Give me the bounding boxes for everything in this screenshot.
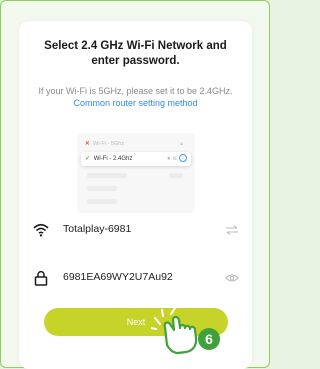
router-setting-link[interactable]: Common router setting method (73, 98, 197, 108)
lock-icon (34, 270, 48, 286)
wifi-password-field[interactable]: 6981EA69WY2U7Au92 (27, 267, 245, 289)
dialog-subtitle: If your Wi-Fi is 5GHz, please set it to … (27, 85, 244, 109)
wifi-ssid-field[interactable]: Totalplay-6981 (27, 219, 245, 241)
placeholder-line (87, 199, 117, 204)
subtitle-text: If your Wi-Fi is 5GHz, please set it to … (38, 86, 233, 96)
switch-network-icon[interactable] (225, 224, 239, 236)
check-icon: ✓ (85, 156, 91, 162)
wifi-icon (33, 223, 49, 237)
dialog-title: Select 2.4 GHz Wi-Fi Network and enter p… (44, 40, 227, 67)
wifi-band-illustration: ✕ Wi-Fi - 5Ghz 🔒︎ ✓ Wi-Fi - 2.4Ghz ● ≋ i (77, 133, 195, 213)
illustration-row-24g: ✓ Wi-Fi - 2.4Ghz ● ≋ i (81, 152, 191, 166)
step-number: 6 (205, 331, 213, 347)
info-icon: i (179, 154, 187, 163)
illustration-row-5g: ✕ Wi-Fi - 5Ghz 🔒︎ (85, 139, 187, 150)
illustration-row-5g-label: Wi-Fi - 5Ghz (93, 141, 125, 147)
hand-pointer-icon: 6 (151, 307, 220, 355)
wifi-password-text: 6981EA69WY2U7Au92 (63, 271, 173, 283)
signal-icons: ● ≋ i (167, 152, 187, 166)
placeholder-line (87, 186, 117, 191)
illustration-row-24g-label: Wi-Fi - 2.4Ghz (93, 156, 133, 162)
lock-small-icon: 🔒︎ (180, 141, 183, 147)
eye-icon[interactable] (225, 272, 239, 284)
wifi-ssid-text: Totalplay-6981 (63, 223, 132, 235)
placeholder-line (169, 173, 183, 178)
cross-icon: ✕ (85, 141, 90, 147)
placeholder-line (87, 173, 127, 178)
